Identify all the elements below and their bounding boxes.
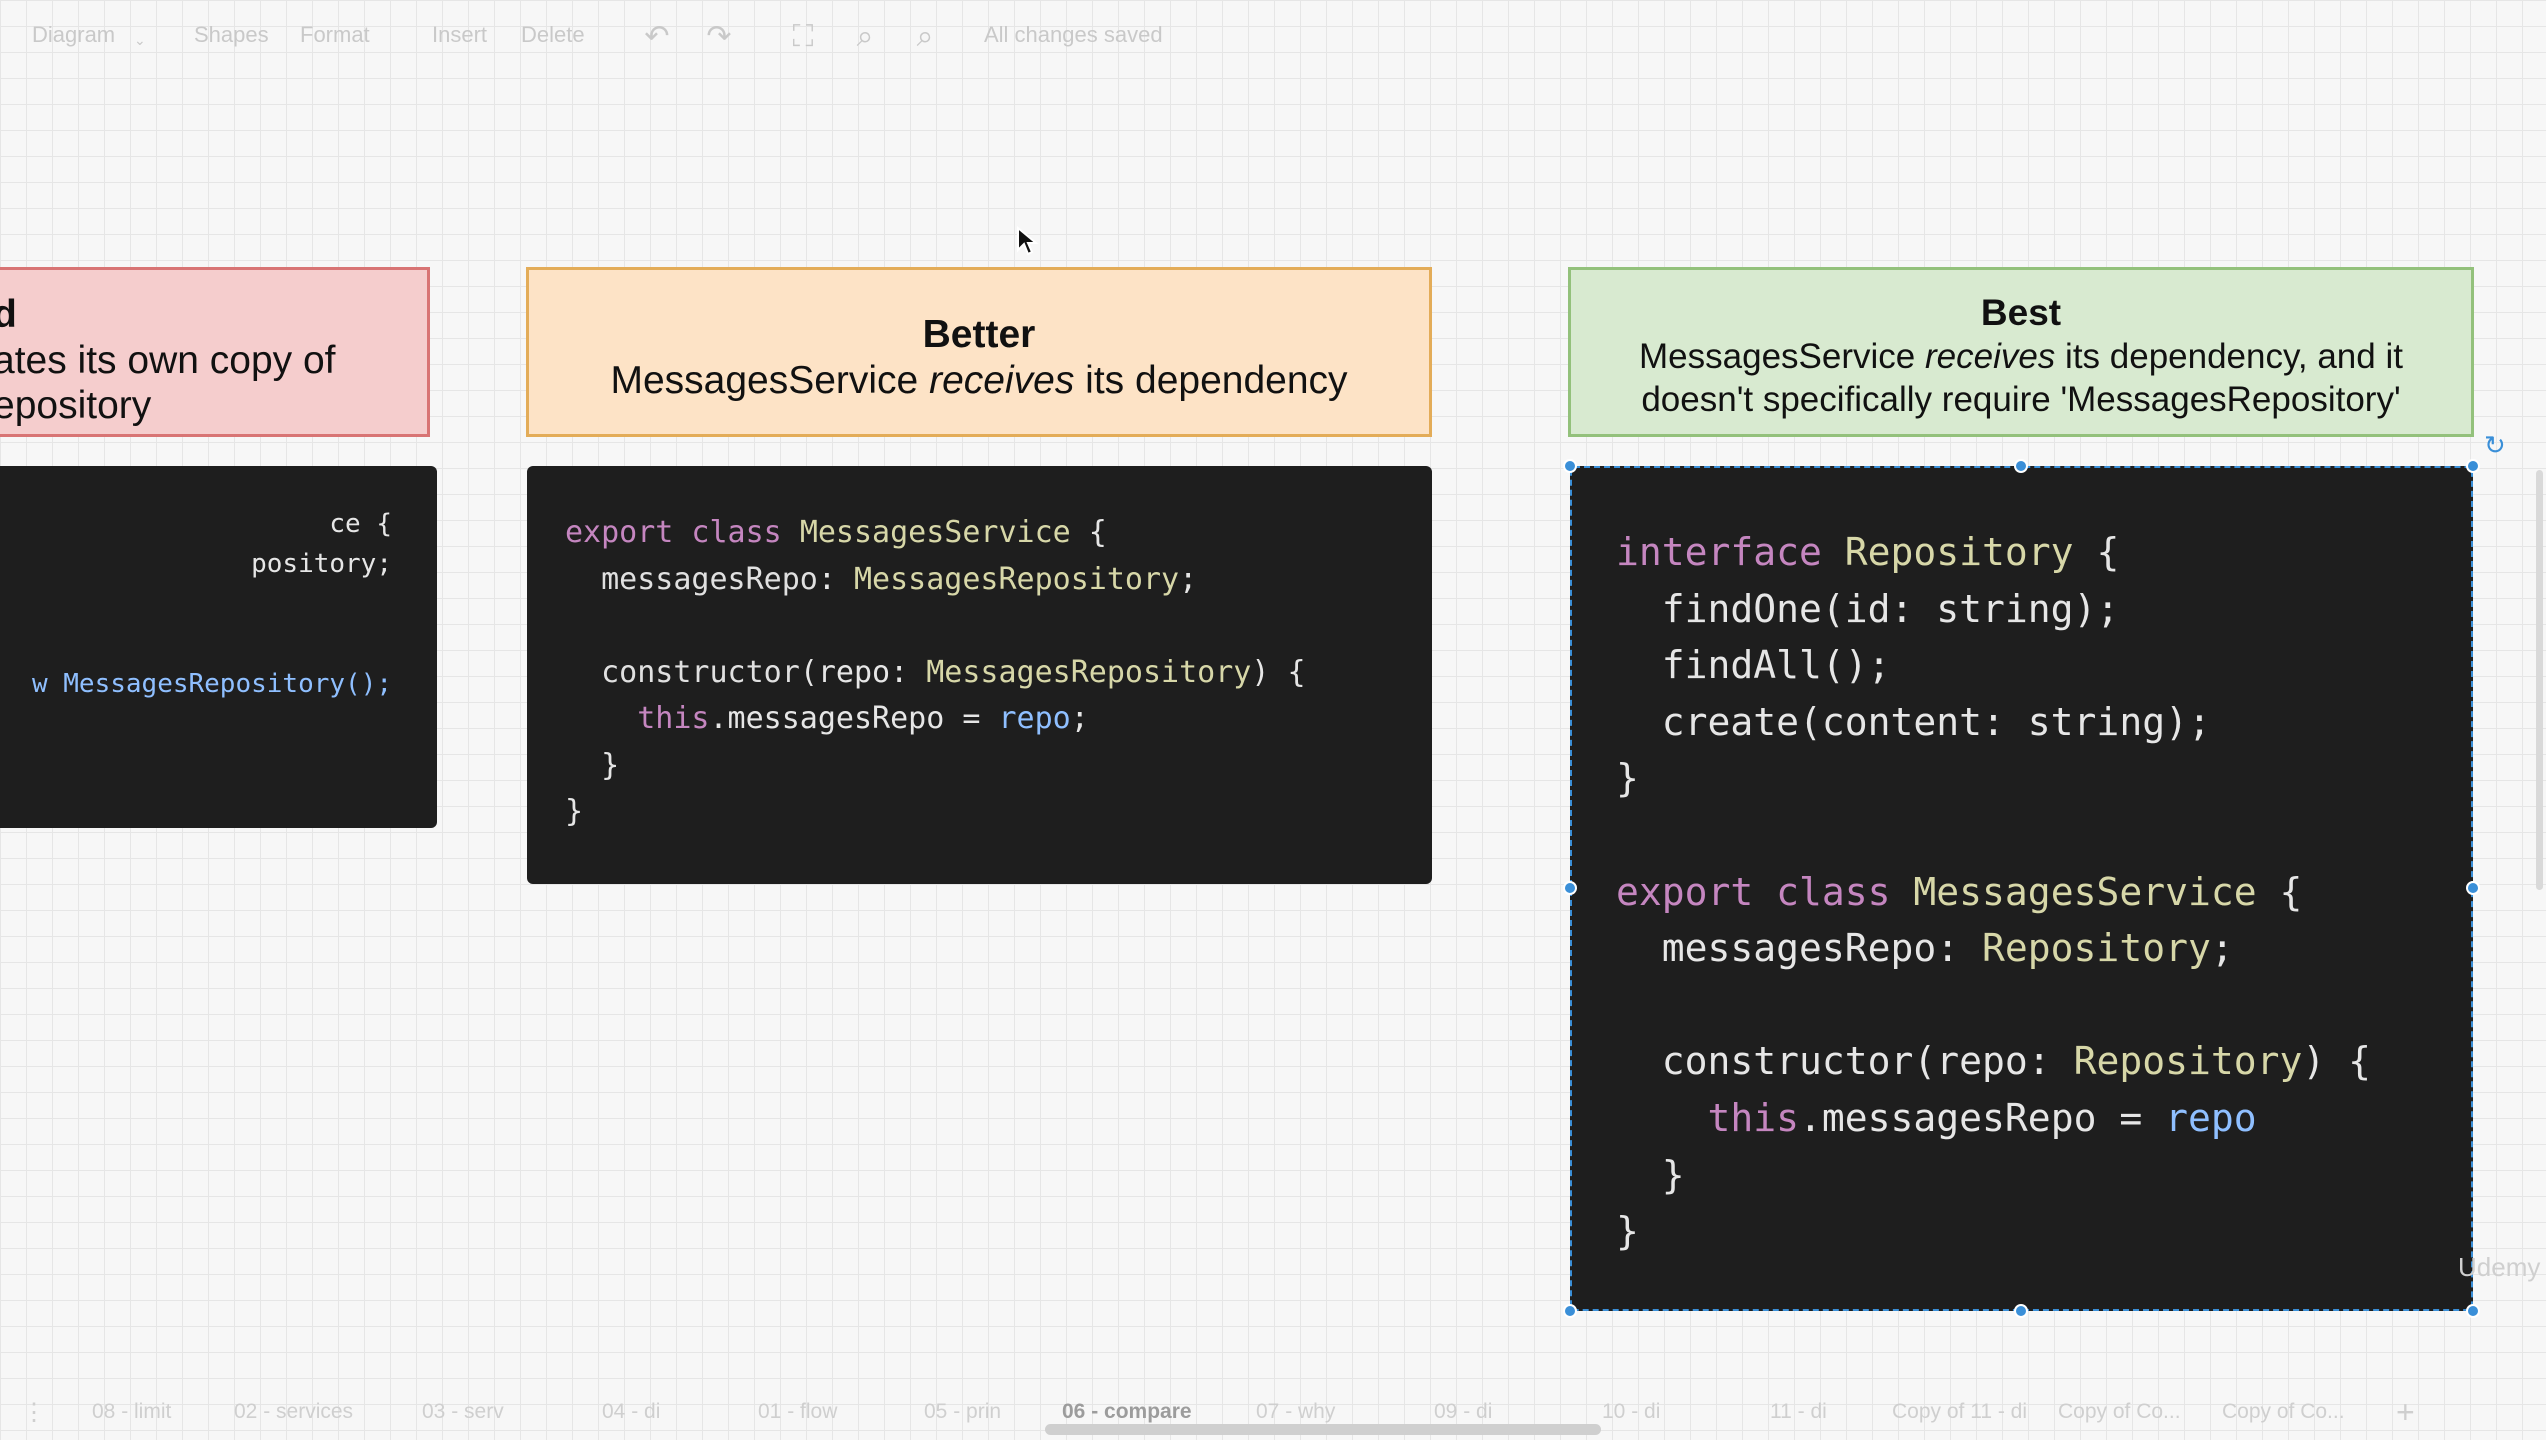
page-tab-active[interactable]: 06 - compare [1062, 1400, 1192, 1424]
best-desc-emphasis: receives [1924, 337, 2056, 376]
best-code: interface Repository { findOne(id: strin… [1616, 530, 2371, 1254]
insert-button[interactable]: Insert [432, 22, 487, 48]
udemy-watermark: Udemy [2458, 1252, 2541, 1282]
best-title: Best [1980, 292, 2062, 333]
zoom-out-icon[interactable]: ⌕ [908, 20, 942, 54]
mouse-cursor-icon [1017, 226, 1039, 256]
resize-handle-s[interactable] [2014, 1304, 2028, 1318]
page-tab[interactable]: 07 - why [1256, 1400, 1335, 1424]
zoom-in-icon[interactable]: ⌕ [848, 20, 882, 54]
bad-code: ce { pository; w MessagesRepository(); [32, 504, 392, 704]
rotate-handle-icon[interactable]: ↻ [2484, 430, 2506, 461]
format-menu[interactable]: Format [300, 22, 370, 48]
horizontal-scrollbar[interactable] [1045, 1424, 1601, 1435]
page-tab[interactable]: 02 - services [234, 1400, 353, 1424]
page-tab[interactable]: 11 - di [1770, 1400, 1827, 1424]
page-tab[interactable]: 09 - di [1434, 1400, 1492, 1424]
bad-code-panel[interactable]: ce { pository; w MessagesRepository(); [0, 466, 437, 828]
better-title: Better [922, 313, 1036, 356]
bad-desc-line1: ates its own copy of [0, 339, 336, 382]
better-desc-emphasis: receives [929, 359, 1075, 402]
toolbar: Diagram ⌄ Shapes Format Insert Delete ↶ … [0, 0, 2546, 72]
page-tab[interactable]: Copy of Co... [2222, 1400, 2345, 1424]
bad-title: d [0, 292, 427, 338]
save-status: All changes saved [984, 22, 1163, 47]
diagram-menu[interactable]: Diagram [32, 22, 115, 48]
best-desc-text: MessagesService [1639, 337, 1925, 376]
redo-icon[interactable]: ↷ [702, 20, 736, 54]
bad-header[interactable]: d ates its own copy of epository [0, 267, 430, 437]
page-tab[interactable]: Copy of Co... [2058, 1400, 2181, 1424]
page-tab[interactable]: 10 - di [1602, 1400, 1660, 1424]
page-tab[interactable]: 05 - prin [924, 1400, 1001, 1424]
code-line: w MessagesRepository(); [31, 669, 392, 699]
add-page-icon[interactable]: + [2396, 1394, 2415, 1431]
page-tab[interactable]: 08 - limit [92, 1400, 171, 1424]
resize-handle-e[interactable] [2466, 881, 2480, 895]
resize-handle-sw[interactable] [1563, 1304, 1577, 1318]
delete-button[interactable]: Delete [521, 22, 585, 48]
resize-handle-nw[interactable] [1563, 459, 1577, 473]
best-header[interactable]: Best MessagesService receives its depend… [1568, 267, 2474, 437]
page-tab[interactable]: 04 - di [602, 1400, 660, 1424]
undo-icon[interactable]: ↶ [640, 20, 674, 54]
resize-handle-w[interactable] [1563, 881, 1577, 895]
page-tab[interactable]: 03 - serv [422, 1400, 504, 1424]
better-code: export class MessagesService { messagesR… [565, 515, 1306, 829]
page-tab[interactable]: 01 - flow [758, 1400, 837, 1424]
page-tab[interactable]: Copy of 11 - di [1892, 1400, 2027, 1424]
better-header[interactable]: Better MessagesService receives its depe… [526, 267, 1432, 437]
fullscreen-icon[interactable]: ⛶ [786, 20, 820, 54]
best-desc-text: its dependency, and it [2055, 337, 2403, 376]
resize-handle-ne[interactable] [2466, 459, 2480, 473]
chevron-down-icon[interactable]: ⌄ [134, 27, 146, 53]
shapes-menu[interactable]: Shapes [194, 22, 269, 48]
better-code-panel[interactable]: export class MessagesService { messagesR… [527, 466, 1432, 884]
best-description-line2: doesn't specifically require 'MessagesRe… [1641, 380, 2401, 419]
better-desc-text: MessagesService [610, 359, 930, 402]
code-line: pository; [251, 549, 392, 579]
resize-handle-se[interactable] [2466, 1304, 2480, 1318]
resize-handle-n[interactable] [2014, 459, 2028, 473]
code-line: ce { [329, 509, 392, 539]
better-description: MessagesService receives its dependency [529, 358, 1429, 403]
better-desc-text: its dependency [1074, 359, 1348, 402]
bad-desc-line2: epository [0, 384, 152, 427]
best-description-line1: MessagesService receives its dependency,… [1571, 335, 2471, 378]
pages-menu-icon[interactable]: ⋮ [22, 1398, 46, 1427]
best-code-panel[interactable]: interface Repository { findOne(id: strin… [1570, 466, 2473, 1311]
vertical-scrollbar[interactable] [2536, 470, 2543, 890]
